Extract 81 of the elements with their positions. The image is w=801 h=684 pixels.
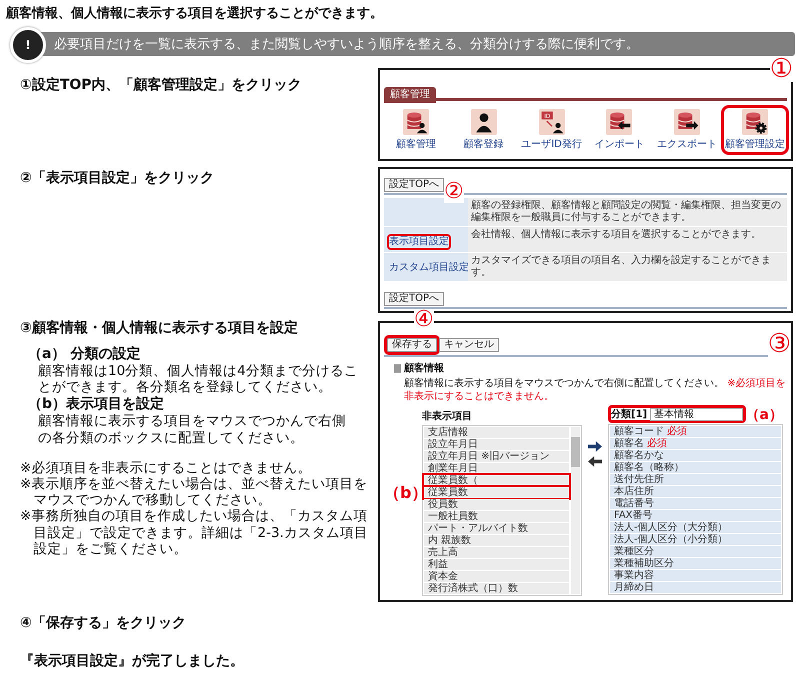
settings-link[interactable]: 表示項目設定 (387, 234, 451, 250)
step-title: ③顧客情報・個人情報に表示する項目を設定 (20, 319, 299, 337)
list-item[interactable]: 業種補助区分 (610, 558, 781, 569)
tile-label: 顧客管理 (396, 138, 436, 151)
form-title: 顧客情報 (404, 361, 444, 375)
tile-label: 顧客管理設定 (725, 138, 786, 151)
tile-label: ユーザID発行 (521, 138, 582, 151)
tile-label: 顧客登録 (464, 138, 504, 151)
list-item[interactable]: 顧客コード 必須 (610, 426, 781, 437)
list-item[interactable]: 法人-個人区分（大分類） (610, 522, 781, 533)
page-heading: 顧客情報、個人情報に表示する項目を選択することができます。 (6, 4, 384, 22)
list-item[interactable]: 資本金 (424, 571, 569, 582)
note-text: ※表示順序を並べ替えたい場合は、並べ替えたい項目をマウスでつかんで移動してください。 (20, 476, 368, 508)
setting-description: 顧客の登録権限、顧客情報と顧問設定の閲覧・編集権限、担当変更の編集権限を一般職員に付与することができます。 (468, 198, 787, 226)
database-person-icon (402, 109, 429, 135)
person-icon (470, 109, 497, 135)
list-item[interactable]: 顧客名 必須 (610, 438, 781, 449)
menu-tile[interactable]: 顧客管理設定 (721, 105, 789, 155)
required-tag: 必須 (667, 426, 687, 437)
category-name-field[interactable]: 基本情報 (650, 408, 743, 420)
list-item[interactable]: 発行済株式（口）数 (424, 583, 569, 594)
scrollbar[interactable] (571, 427, 580, 594)
subsection-text: 顧客情報に表示する項目をマウスでつかんで右側の各分類のボックスに配置してください。 (37, 413, 347, 446)
menu-tile[interactable]: 顧客管理 (382, 105, 450, 155)
list-item[interactable]: 事業内容 (610, 570, 781, 581)
settings-link[interactable]: カスタム項目設定 (387, 260, 471, 276)
save-button[interactable]: 保存する (387, 338, 437, 352)
left-arrow-icon[interactable] (588, 456, 602, 467)
label-marker: （a） (746, 408, 783, 422)
right-arrow-icon[interactable] (588, 441, 602, 452)
alert-icon: ! (10, 27, 46, 63)
step-marker: ② (444, 181, 464, 203)
list-item[interactable]: パート・アルバイト数 (424, 523, 569, 534)
list-item[interactable]: 利益 (424, 559, 569, 570)
list-item[interactable]: 顧客名（略称） (610, 462, 781, 473)
list-item[interactable]: 支店情報 (424, 427, 569, 438)
note-text: 必要項目だけを一覧に表示する、また閲覧しやすいよう順序を整える、分類分けする際に便利です。 (54, 36, 639, 53)
list-item[interactable]: 従業員数（ (424, 475, 569, 486)
list-item[interactable]: 売上高 (424, 547, 569, 558)
setting-description: カスタマイズできる項目の項目名、入力欄を設定することができます。 (468, 253, 787, 281)
list-item[interactable]: 電話番号 (610, 498, 781, 509)
subsection-text: 顧客情報は10分類、個人情報は4分類まで分けることができます。各分類名を登録してください。 (37, 363, 358, 396)
instruction-text: 顧客情報に表示する項目をマウスでつかんで右側に配置してください。 ※必須項目を非表示にすることはできません。 (404, 378, 787, 403)
menu-tile[interactable]: エクスポート (653, 105, 722, 155)
list-item[interactable]: 設立年月日 ※旧バージョン (424, 451, 569, 462)
step-marker: ① (770, 56, 793, 82)
list-item[interactable]: 内 親族数 (424, 535, 569, 546)
list-item[interactable]: 一般社員数 (424, 511, 569, 522)
menu-tile[interactable]: 顧客登録 (450, 105, 518, 155)
list-item[interactable]: 役員数 (424, 499, 569, 510)
list-item[interactable]: FAX番号 (610, 510, 781, 521)
settings-top-button[interactable]: 設定TOPへ (384, 292, 444, 306)
list-item[interactable]: 設立年月日 (424, 439, 569, 450)
menu-tile[interactable]: インポート (585, 105, 654, 155)
setting-description: 会社情報、個人情報に表示する項目を選択することができます。 (468, 227, 787, 252)
required-tag: 必須 (647, 438, 667, 449)
tile-label: インポート (594, 138, 644, 151)
step-title: ④「保存する」をクリック (20, 614, 187, 632)
subsection-title: （a） 分類の設定 (28, 345, 142, 363)
note-text: ※事務所独自の項目を作成したい場合は、「カスタム項目設定」で設定できます。詳細は「2-3.カスタム項目設定」をご覧ください。 (20, 508, 369, 557)
database-gear-icon (742, 109, 768, 135)
list-item[interactable]: 本店住所 (610, 486, 781, 497)
list-item[interactable]: 送付先住所 (610, 474, 781, 485)
list-item[interactable]: 業種区分 (610, 546, 781, 557)
step-title: ②「表示項目設定」をクリック (20, 169, 215, 187)
step-title: ①設定TOP内、「顧客管理設定」をクリック (20, 76, 303, 94)
document-icon (394, 364, 401, 372)
tile-label: エクスポート (657, 138, 718, 151)
note-text: ※必須項目を非表示にすることはできません。 (20, 460, 312, 476)
list-item[interactable]: 法人-個人区分（小分類） (610, 534, 781, 545)
list-item[interactable]: 従業員数 (424, 487, 569, 498)
list-item[interactable]: 創業年月日 (424, 463, 569, 474)
category-label: 分類[1] (611, 408, 648, 421)
step-marker: ③ (768, 331, 791, 357)
column-title: 非表示項目 (422, 410, 473, 424)
settings-top-button[interactable]: 設定TOPへ (384, 178, 444, 192)
list-item[interactable]: 月締め日 (610, 582, 781, 593)
list-item[interactable]: 顧客名かな (610, 450, 781, 461)
cancel-button[interactable]: キャンセル (439, 338, 499, 352)
completion-text: 『表示項目設定』が完了しました。 (20, 652, 245, 670)
subsection-title: （b）表示項目を設定 (28, 395, 166, 414)
